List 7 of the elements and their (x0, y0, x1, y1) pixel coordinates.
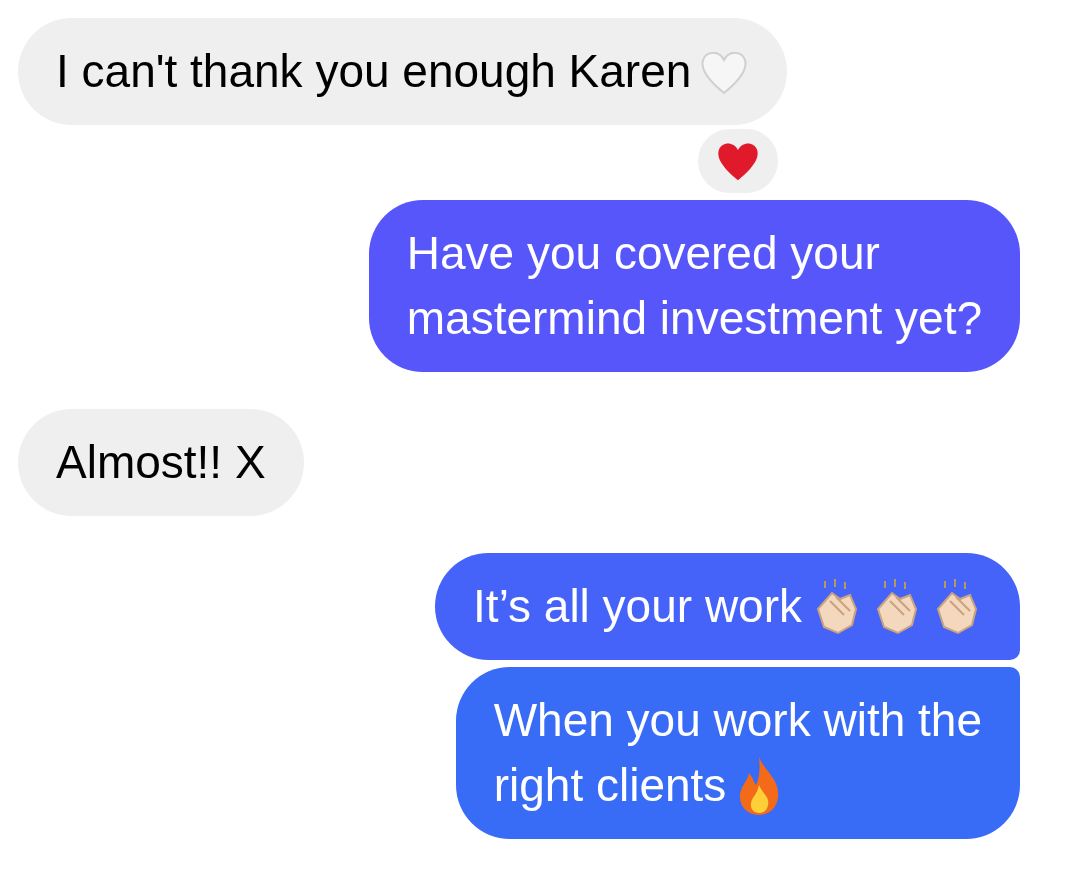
message-text: I can't thank you enough Karen (56, 44, 692, 99)
message-text: right clients (493, 758, 727, 813)
message-text: Almost!! X (56, 435, 266, 490)
message-text: mastermind investment yet? (406, 291, 982, 346)
message-text: Have you covered your (406, 226, 880, 281)
message-text: It’s all your work (473, 579, 802, 634)
message-text: When you work with the (493, 693, 982, 748)
